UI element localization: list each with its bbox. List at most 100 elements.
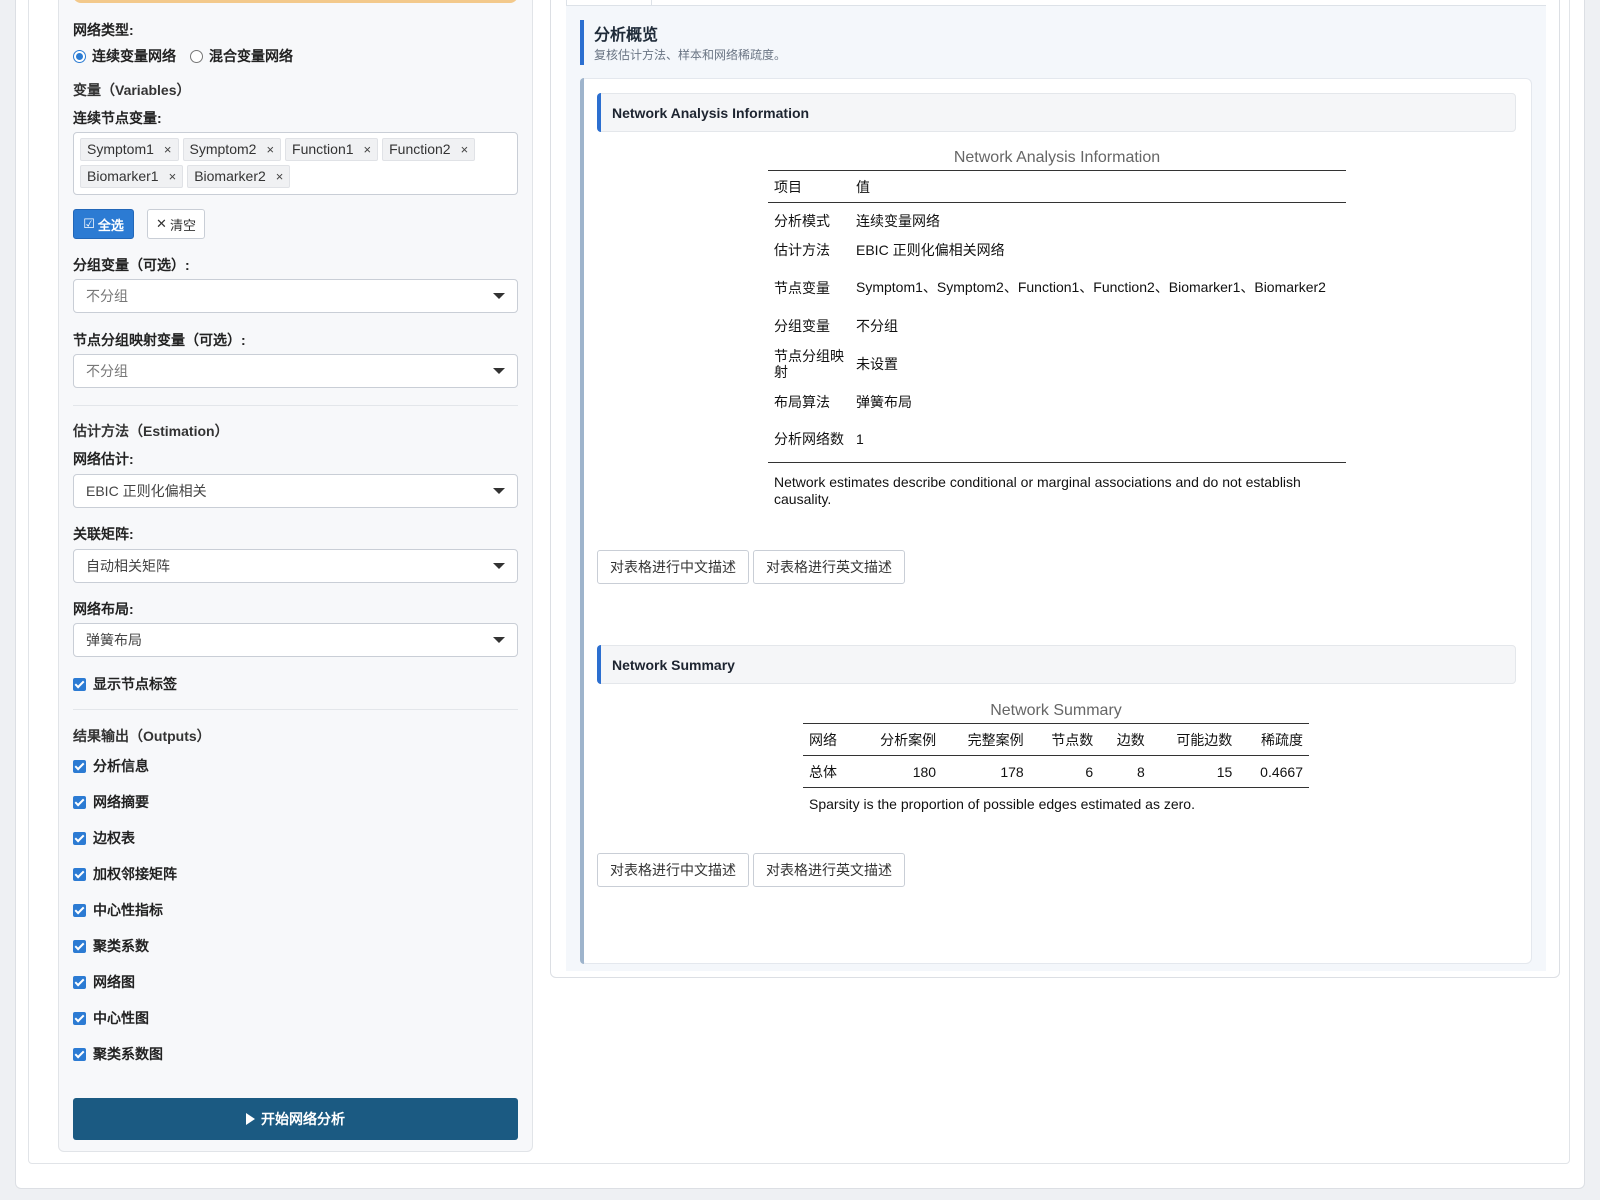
output-checkbox-summary[interactable]: 网络摘要 [73, 792, 149, 812]
radio-continuous[interactable]: 连续变量网络 [73, 46, 176, 66]
checkbox-checked-icon[interactable] [73, 867, 86, 881]
overview-title: 分析概览 [594, 27, 659, 44]
output-checkbox-clustering-plot[interactable]: 聚类系数图 [73, 1044, 163, 1064]
output-checkbox-adjacency[interactable]: 加权邻接矩阵 [73, 864, 177, 884]
variable-tag[interactable]: Symptom2 × [182, 138, 282, 161]
play-icon [246, 1113, 255, 1125]
table-row: 分组变量 不分组 [774, 317, 898, 334]
variable-tag[interactable]: Biomarker2 × [187, 165, 291, 188]
table-header: 项目 [768, 170, 850, 203]
summary-table-caption: Network Summary [990, 702, 1122, 719]
corr-matrix-select[interactable]: 自动相关矩阵 [73, 549, 518, 583]
dropdown-caret-icon [493, 563, 505, 569]
variable-tag[interactable]: Symptom1 × [80, 138, 179, 161]
estimation-title: 估计方法（Estimation） [73, 423, 229, 439]
checkbox-checked-icon[interactable] [73, 677, 86, 691]
variables-title: 变量（Variables） [73, 82, 191, 98]
remove-tag-icon[interactable]: × [461, 138, 469, 161]
describe-en-button[interactable]: 对表格进行英文描述 [753, 550, 905, 584]
overview-accent [580, 20, 584, 65]
info-table: 项目 值 分析模式 连续变量网络 估计方法 EBIC 正则化偏相关网络 节点变量 Sy… [768, 170, 1346, 463]
checkbox-checked-icon[interactable] [73, 759, 86, 773]
divider [73, 405, 518, 406]
info-table-caption: Network Analysis Information [953, 149, 1161, 166]
describe-cn-button[interactable]: 对表格进行中文描述 [597, 853, 749, 887]
table-header: 网络 [803, 723, 855, 756]
divider [73, 709, 518, 710]
table-header: 分析案例 [854, 723, 943, 756]
checkbox-checked-icon[interactable] [73, 1047, 86, 1061]
variable-tag[interactable]: Function2 × [382, 138, 476, 161]
check-square-icon: ☑ [83, 216, 95, 231]
table-row: 分析网络数 1 [768, 417, 1346, 463]
describe-en-button[interactable]: 对表格进行英文描述 [753, 853, 905, 887]
remove-tag-icon[interactable]: × [364, 138, 372, 161]
output-checkbox-edges[interactable]: 边权表 [73, 828, 135, 848]
table-header: 节点数 [1029, 723, 1100, 756]
remove-tag-icon[interactable]: × [266, 138, 274, 161]
checkbox-checked-icon[interactable] [73, 939, 86, 953]
remove-tag-icon[interactable]: × [164, 138, 172, 161]
network-est-select[interactable]: EBIC 正则化偏相关 [73, 474, 518, 508]
summary-table: 网络 分析案例 完整案例 节点数 边数 可能边数 稀疏度 总体 180 178 … [803, 723, 1309, 788]
checkbox-checked-icon[interactable] [73, 1011, 86, 1025]
summary-section-header: Network Summary [597, 645, 1516, 684]
radio-unselected-icon[interactable] [190, 49, 203, 63]
layout-label: 网络布局: [73, 601, 134, 617]
close-icon: ✕ [156, 216, 167, 231]
table-row: 估计方法 EBIC 正则化偏相关网络 [774, 241, 1005, 258]
network-type-label: 网络类型: [73, 22, 134, 38]
table-header: 值 [850, 170, 1346, 203]
table-row: 分析模式 连续变量网络 [774, 212, 940, 229]
dropdown-caret-icon [493, 488, 505, 494]
outputs-title: 结果输出（Outputs） [73, 728, 211, 744]
checkbox-checked-icon[interactable] [73, 975, 86, 989]
remove-tag-icon[interactable]: × [276, 165, 284, 188]
network-est-label: 网络估计: [73, 451, 134, 467]
output-checkbox-centrality-plot[interactable]: 中心性图 [73, 1008, 149, 1028]
network-type-radios: 连续变量网络 混合变量网络 [73, 46, 307, 66]
dropdown-caret-icon [493, 637, 505, 643]
output-checkbox-centrality[interactable]: 中心性指标 [73, 900, 163, 920]
table-header: 边数 [1099, 723, 1151, 756]
results-card-edge [580, 78, 584, 964]
show-labels-checkbox[interactable]: 显示节点标签 [73, 674, 177, 694]
table-header: 稀疏度 [1238, 723, 1309, 756]
table-row: 总体 180 178 6 8 15 0.4667 [803, 756, 1309, 788]
checkbox-checked-icon[interactable] [73, 831, 86, 845]
describe-cn-button[interactable]: 对表格进行中文描述 [597, 550, 749, 584]
table-row: 布局算法 弹簧布局 [774, 393, 912, 410]
output-checkbox-clustering[interactable]: 聚类系数 [73, 936, 149, 956]
table-row: 节点变量 Symptom1、Symptom2、Function1、Function… [774, 279, 1326, 296]
dropdown-caret-icon [493, 368, 505, 374]
tab-active[interactable] [566, 0, 652, 6]
info-table-note: Network estimates describe conditional o… [774, 474, 1301, 507]
group-var-select[interactable]: 不分组 [73, 279, 518, 313]
panel-accent [73, 0, 518, 3]
clear-button[interactable]: ✕ 清空 [147, 209, 205, 239]
table-header: 完整案例 [942, 723, 1030, 756]
node-group-select[interactable]: 不分组 [73, 354, 518, 388]
checkbox-checked-icon[interactable] [73, 795, 86, 809]
continuous-nodes-label: 连续节点变量: [73, 110, 162, 126]
table-header: 可能边数 [1150, 723, 1239, 756]
tab-strip [566, 5, 1546, 6]
radio-selected-icon[interactable] [73, 49, 86, 63]
select-all-button[interactable]: ☑ 全选 [73, 209, 134, 239]
radio-mixed[interactable]: 混合变量网络 [190, 46, 293, 66]
output-checkbox-network-plot[interactable]: 网络图 [73, 972, 135, 992]
run-analysis-button[interactable]: 开始网络分析 [73, 1098, 518, 1140]
corr-matrix-label: 关联矩阵: [73, 526, 134, 542]
variable-tag[interactable]: Biomarker1 × [80, 165, 184, 188]
remove-tag-icon[interactable]: × [169, 165, 177, 188]
layout-select[interactable]: 弹簧布局 [73, 623, 518, 657]
checkbox-checked-icon[interactable] [73, 903, 86, 917]
overview-subtitle: 复核估计方法、样本和网络稀疏度。 [594, 48, 787, 62]
continuous-nodes-select[interactable]: Symptom1 × Symptom2 × Function1 × Function2… [73, 132, 518, 195]
output-checkbox-info[interactable]: 分析信息 [73, 756, 149, 776]
variable-tag[interactable]: Function1 × [285, 138, 379, 161]
summary-table-note: Sparsity is the proportion of possible e… [809, 796, 1195, 812]
info-section-header: Network Analysis Information [597, 93, 1516, 132]
group-var-label: 分组变量（可选）: [73, 257, 190, 273]
node-group-label: 节点分组映射变量（可选）: [73, 332, 246, 348]
